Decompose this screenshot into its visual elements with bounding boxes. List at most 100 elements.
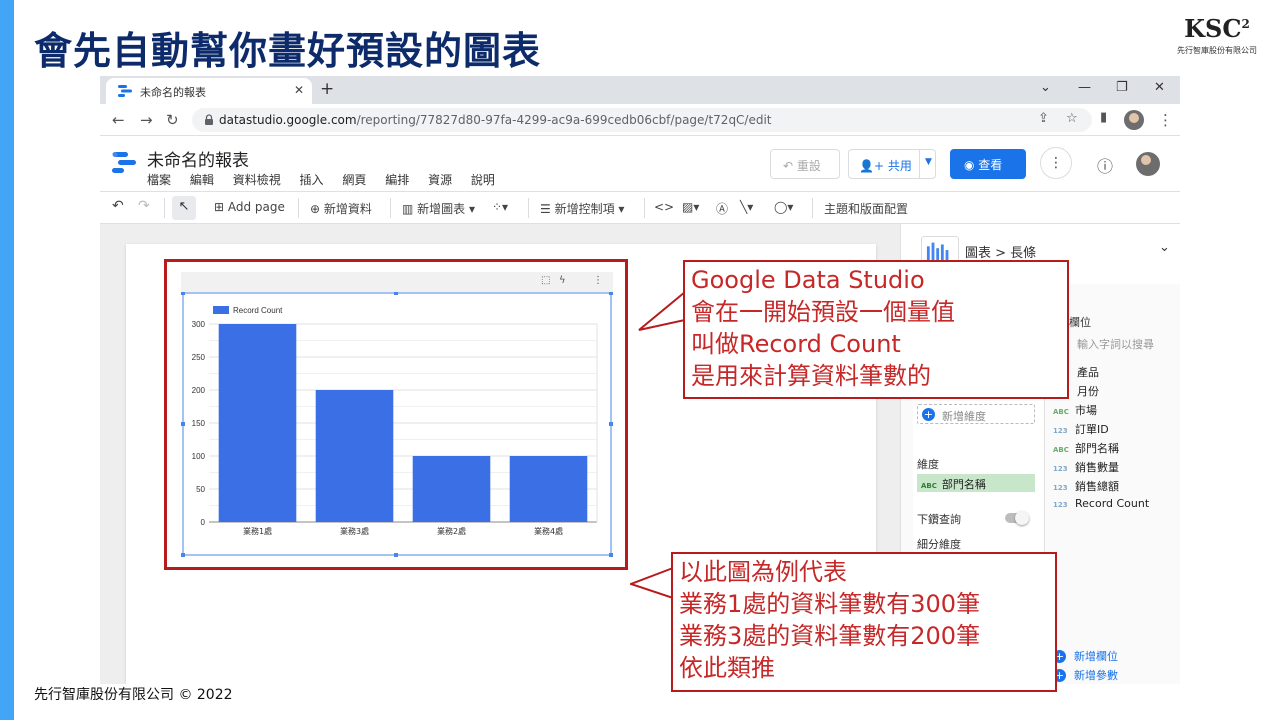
- x-tick-label: 業務4處: [534, 526, 563, 536]
- menu-page[interactable]: 網頁: [342, 173, 366, 187]
- reload-icon[interactable]: ↻: [166, 111, 179, 129]
- add-dimension-button[interactable]: + 新增維度: [917, 404, 1035, 424]
- slide-footer: 先行智庫股份有限公司 © 2022: [34, 687, 233, 703]
- menu-insert[interactable]: 插入: [300, 173, 324, 187]
- add-parameter-button[interactable]: + 新增參數: [1053, 667, 1118, 683]
- field-item[interactable]: 產品: [1077, 364, 1099, 380]
- user-avatar[interactable]: [1136, 152, 1160, 176]
- callout-pointer-2: [630, 566, 676, 600]
- callout-line: 業務1處的資料筆數有300筆: [679, 590, 981, 618]
- breakdown-dimension-label: 細分維度: [917, 538, 961, 551]
- share-button[interactable]: 👤+ 共用 ▼: [848, 149, 936, 179]
- add-page-icon: ⊞: [214, 200, 228, 214]
- y-tick-label: 250: [192, 353, 206, 362]
- legend-label: Record Count: [233, 306, 283, 315]
- bar-chart: Record Count 0 50 100 150 200 250 300 業務1處 業務3處 業務…: [181, 292, 613, 557]
- menu-edit[interactable]: 編輯: [190, 173, 214, 187]
- image-icon[interactable]: ▨▾: [682, 200, 699, 214]
- add-chart-icon: ▥: [402, 202, 418, 216]
- slide-title: 會先自動幫你畫好預設的圖表: [34, 29, 542, 73]
- bar: [315, 390, 394, 522]
- chevron-down-icon[interactable]: ⌄: [1159, 240, 1170, 255]
- menu-data-view[interactable]: 資料檢視: [233, 173, 281, 187]
- field-item[interactable]: 123 Record Count: [1053, 497, 1149, 510]
- help-icon[interactable]: ⓘ: [1097, 153, 1113, 177]
- dimension-label: 維度: [917, 458, 939, 471]
- callout-pointer-1: [638, 290, 688, 331]
- add-page-button[interactable]: ⊞ Add page: [214, 200, 285, 214]
- bookmark-star-icon[interactable]: ☆: [1066, 111, 1078, 126]
- browser-tab[interactable]: 未命名的報表 ✕: [106, 78, 312, 104]
- callout-line: 會在一開始預設一個量值: [691, 298, 955, 326]
- add-data-icon: ⊕: [310, 202, 324, 216]
- slide-accent-bar: [0, 0, 14, 720]
- field-item[interactable]: ABC 部門名稱: [1053, 440, 1119, 456]
- data-studio-logo[interactable]: [112, 150, 136, 174]
- select-pointer-icon[interactable]: ↖: [172, 196, 196, 220]
- browser-profile-avatar[interactable]: [1124, 110, 1144, 130]
- field-item[interactable]: 123 銷售總額: [1053, 478, 1119, 494]
- back-icon[interactable]: ←: [112, 111, 125, 129]
- add-control-button[interactable]: ☰ 新增控制項 ▾: [540, 200, 624, 217]
- callout-example: 以此圖為例代表 業務1處的資料筆數有300筆 業務3處的資料筆數有200筆 依此…: [671, 552, 1057, 692]
- field-item[interactable]: 123 銷售數量: [1053, 459, 1119, 475]
- dimension-chip[interactable]: ABC 部門名稱: [917, 474, 1035, 492]
- close-window-icon[interactable]: ✕: [1154, 80, 1165, 95]
- chart-optimize-icon[interactable]: ϟ: [559, 275, 566, 286]
- menu-file[interactable]: 檔案: [147, 173, 171, 187]
- bar-chart-component[interactable]: ⬚ ϟ ⋮ Record Count 0 50 100 150 200 250 300 業務1處…: [181, 272, 613, 558]
- text-box-icon[interactable]: Ⓐ: [716, 200, 728, 217]
- add-chart-button[interactable]: ▥ 新增圖表 ▾: [402, 200, 475, 217]
- view-button[interactable]: ◉ 查看: [950, 149, 1026, 179]
- drill-down-label: 下鑽查詢: [917, 513, 961, 526]
- minimize-icon[interactable]: —: [1078, 80, 1091, 95]
- report-title[interactable]: 未命名的報表: [147, 146, 249, 171]
- x-tick-label: 業務2處: [437, 526, 466, 536]
- share-dropdown-icon[interactable]: ▼: [925, 157, 932, 167]
- menu-resource[interactable]: 資源: [428, 173, 452, 187]
- tab-close-icon[interactable]: ✕: [294, 83, 304, 97]
- chart-menu-icon[interactable]: ⋮: [593, 275, 603, 286]
- add-field-button[interactable]: + 新增欄位: [1053, 648, 1118, 664]
- tab-list-icon[interactable]: ⌄: [1040, 80, 1051, 95]
- embed-code-icon[interactable]: <>: [654, 200, 674, 214]
- fields-search-input[interactable]: 輸入字詞以搜尋: [1077, 336, 1154, 352]
- theme-layout-button[interactable]: 主題和版面配置: [824, 200, 908, 217]
- more-options-icon[interactable]: ⋮: [1040, 147, 1072, 179]
- panel-breadcrumb: 圖表 > 長條: [965, 246, 1037, 261]
- y-tick-label: 300: [192, 320, 206, 329]
- forward-icon[interactable]: →: [140, 111, 153, 129]
- drill-down-toggle[interactable]: [1005, 511, 1029, 525]
- menu-arrange[interactable]: 編排: [385, 173, 409, 187]
- share-page-icon[interactable]: ⇪: [1038, 111, 1049, 126]
- new-tab-icon[interactable]: +: [320, 79, 334, 99]
- reset-button[interactable]: ↶ 重設: [770, 149, 840, 179]
- tab-strip: 未命名的報表 ✕ + ⌄ — ❐ ✕: [100, 76, 1180, 104]
- shape-icon[interactable]: ◯▾: [774, 200, 793, 214]
- field-item[interactable]: 123 訂單ID: [1053, 421, 1109, 437]
- add-data-button[interactable]: ⊕ 新增資料: [310, 200, 372, 217]
- chart-header-bar: ⬚ ϟ ⋮: [181, 272, 613, 292]
- side-panel-icon[interactable]: ▮: [1100, 110, 1107, 125]
- undo-icon[interactable]: ↶: [112, 198, 124, 214]
- resize-handle: [394, 553, 398, 557]
- address-bar-row: ← → ↻ datastudio.google.com/reporting/77…: [100, 104, 1180, 136]
- url-text: datastudio.google.com/reporting/77827d80…: [219, 113, 772, 127]
- add-person-icon: 👤+: [859, 159, 888, 173]
- url-input[interactable]: datastudio.google.com/reporting/77827d80…: [192, 108, 1092, 132]
- field-item[interactable]: ABC 市場: [1053, 402, 1097, 418]
- menu-bar: 檔案 編輯 資料檢視 插入 網頁 編排 資源 說明: [147, 171, 510, 188]
- redo-icon[interactable]: ↷: [138, 198, 150, 214]
- highlighted-chart-frame: ⬚ ϟ ⋮ Record Count 0 50 100 150 200 250 300 業務1處…: [164, 259, 628, 570]
- community-viz-icon[interactable]: ⁘▾: [492, 200, 508, 214]
- restore-icon[interactable]: ❐: [1116, 80, 1128, 95]
- legend-swatch: [213, 306, 229, 314]
- menu-help[interactable]: 說明: [471, 173, 495, 187]
- y-tick-label: 150: [192, 419, 206, 428]
- field-item[interactable]: 月份: [1077, 383, 1099, 399]
- chevron-down-icon: ▾: [614, 202, 625, 216]
- y-tick-label: 200: [192, 386, 206, 395]
- line-icon[interactable]: ╲▾: [740, 200, 753, 214]
- browser-menu-icon[interactable]: ⋮: [1158, 111, 1173, 129]
- chart-select-icon[interactable]: ⬚: [541, 275, 550, 286]
